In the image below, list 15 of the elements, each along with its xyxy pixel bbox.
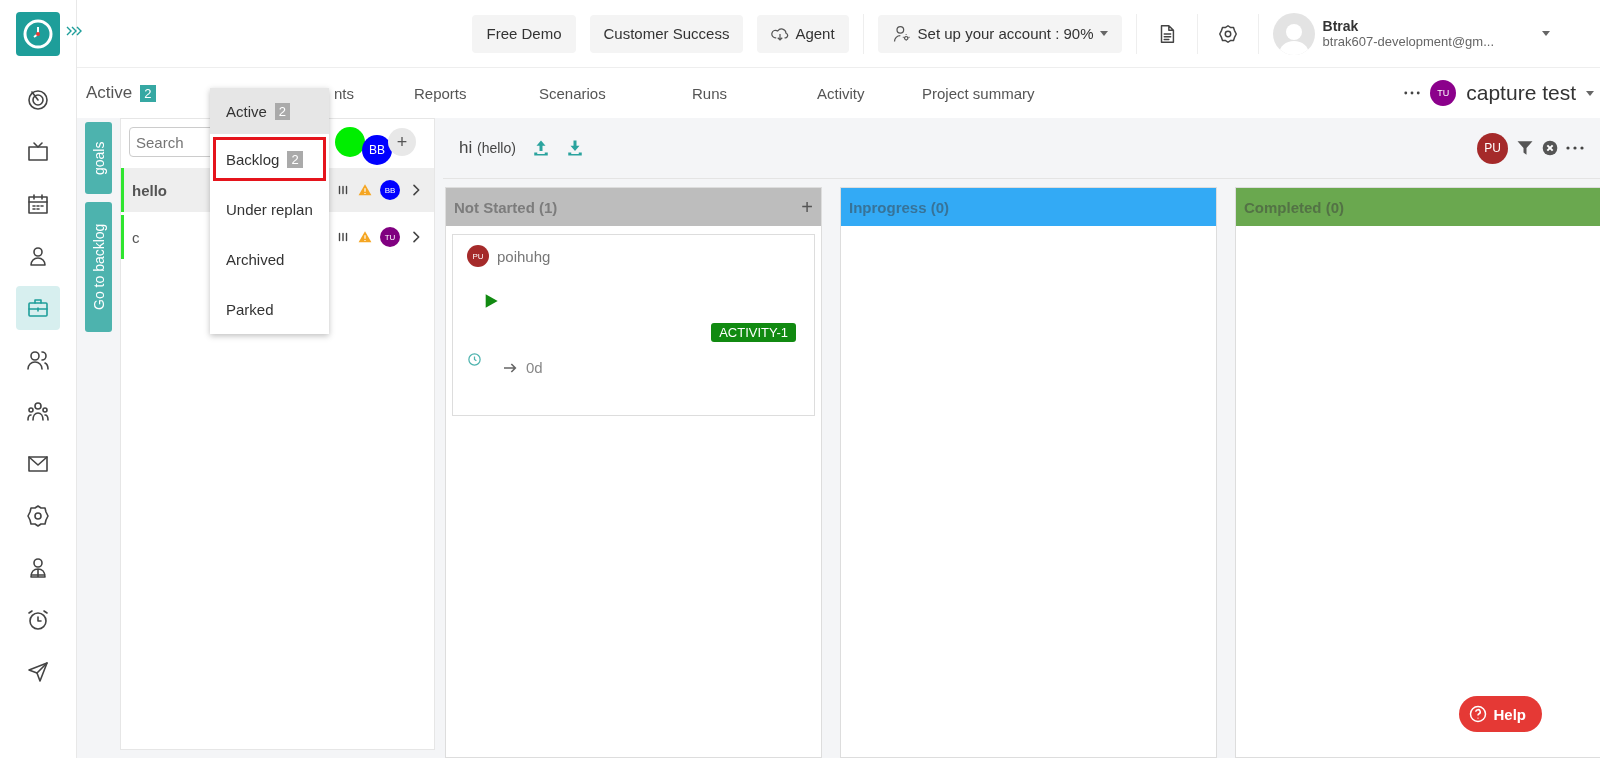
assignee-avatar: PU	[467, 245, 489, 267]
estimate: 0d	[526, 359, 543, 376]
goal-avatar: BB	[380, 180, 400, 200]
goal-name: c	[132, 228, 141, 246]
count-badge: 2	[140, 84, 156, 102]
user-email: btrak607-development@gm...	[1322, 34, 1494, 49]
goal-avatar: TU	[380, 227, 400, 247]
card-title: poihuhg	[497, 247, 551, 265]
board-title: hi (hello)	[459, 138, 516, 158]
project-avatar: TU	[1430, 80, 1457, 106]
column-header: Inprogress (0)	[841, 188, 1216, 226]
card-tag: ACTIVITY-1	[711, 323, 796, 342]
column-header: Not Started (1) +	[446, 188, 821, 226]
goal-name: hello	[132, 181, 168, 199]
user-name: Btrak	[1322, 18, 1360, 34]
